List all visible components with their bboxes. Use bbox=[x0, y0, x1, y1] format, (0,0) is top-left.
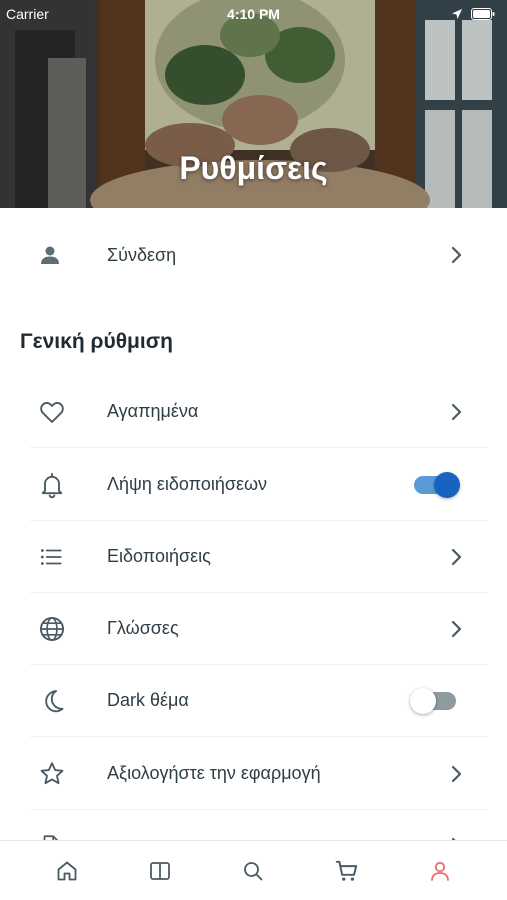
moon-icon bbox=[30, 685, 78, 717]
status-time: 4:10 PM bbox=[227, 6, 280, 22]
chevron-right-icon bbox=[451, 620, 462, 638]
tab-home[interactable] bbox=[37, 846, 97, 896]
toggle-knob bbox=[434, 472, 460, 498]
login-row[interactable]: Σύνδεση bbox=[30, 219, 488, 291]
tab-search[interactable] bbox=[223, 846, 283, 896]
chevron-right-icon bbox=[451, 548, 462, 566]
rate-app-label: Αξιολογήστε την εφαρμογή bbox=[107, 763, 321, 783]
bell-icon bbox=[30, 469, 78, 501]
languages-row[interactable]: Γλώσσες bbox=[30, 593, 488, 665]
chevron-right-icon bbox=[451, 765, 462, 783]
receive-notifications-row: Λήψη ειδοποιήσεων bbox=[30, 449, 488, 521]
globe-icon bbox=[30, 613, 78, 645]
home-icon bbox=[57, 861, 77, 880]
chevron-right-icon bbox=[451, 246, 462, 264]
list-icon bbox=[30, 541, 78, 573]
clipped-row[interactable] bbox=[30, 810, 488, 840]
star-icon bbox=[30, 758, 78, 790]
toggle-knob bbox=[410, 688, 436, 714]
dark-theme-row: Dark θέμα bbox=[30, 665, 488, 737]
tab-cart[interactable] bbox=[317, 846, 377, 896]
cart-icon bbox=[335, 860, 358, 881]
status-indicators bbox=[451, 8, 495, 20]
book-icon bbox=[150, 861, 170, 880]
notifications-row[interactable]: Ειδοποιήσεις bbox=[30, 521, 488, 593]
heart-icon bbox=[30, 396, 78, 428]
user-icon bbox=[431, 861, 450, 881]
bottom-tab-bar bbox=[0, 840, 507, 900]
notifications-toggle[interactable] bbox=[414, 472, 460, 498]
dark-theme-label: Dark θέμα bbox=[107, 690, 189, 710]
settings-content[interactable]: Σύνδεση Γενική ρύθμιση Αγαπημένα Λήψη ει… bbox=[0, 208, 507, 840]
status-bar: Carrier 4:10 PM bbox=[0, 0, 507, 28]
chevron-right-icon bbox=[451, 403, 462, 421]
section-title: Γενική ρύθμιση bbox=[20, 330, 173, 353]
languages-label: Γλώσσες bbox=[107, 618, 179, 638]
login-label: Σύνδεση bbox=[107, 244, 177, 265]
header-banner: Carrier 4:10 PM Ρυθμίσεις bbox=[0, 0, 507, 208]
page-title: Ρυθμίσεις bbox=[179, 150, 328, 186]
tab-profile[interactable] bbox=[410, 846, 470, 896]
battery-icon bbox=[471, 8, 495, 20]
search-icon bbox=[244, 861, 263, 880]
notifications-label: Ειδοποιήσεις bbox=[107, 546, 211, 566]
favorites-row[interactable]: Αγαπημένα bbox=[30, 376, 488, 448]
person-icon bbox=[30, 239, 78, 271]
tab-catalog[interactable] bbox=[130, 846, 190, 896]
favorites-label: Αγαπημένα bbox=[107, 401, 199, 421]
document-icon bbox=[30, 830, 78, 840]
dark-theme-toggle[interactable] bbox=[410, 688, 456, 714]
location-icon bbox=[452, 9, 462, 19]
receive-notifications-label: Λήψη ειδοποιήσεων bbox=[107, 474, 268, 494]
rate-app-row[interactable]: Αξιολογήστε την εφαρμογή bbox=[30, 738, 488, 810]
